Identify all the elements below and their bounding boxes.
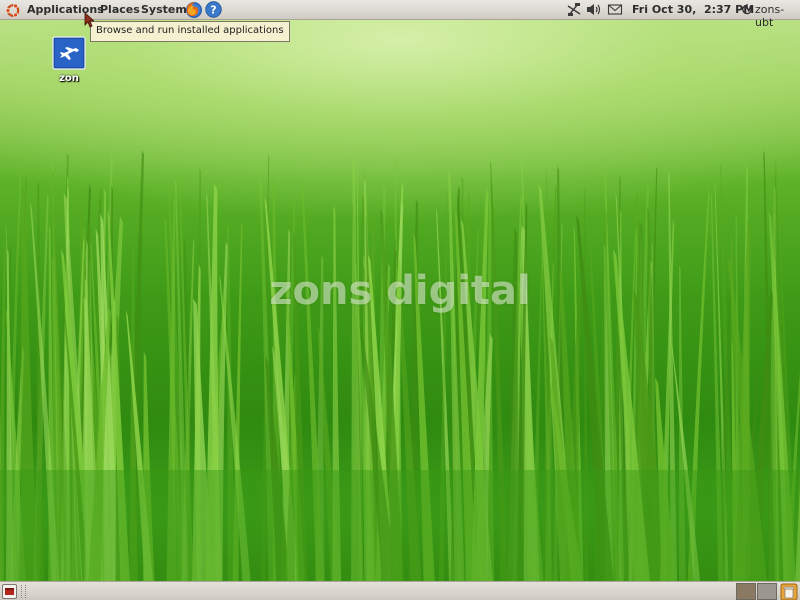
mouse-cursor-icon <box>84 12 94 28</box>
volume-icon[interactable] <box>585 2 601 17</box>
power-icon[interactable] <box>741 3 753 15</box>
top-panel: Applications Places System ? Fri Oct 30,… <box>0 0 800 29</box>
panel-drag-handle[interactable] <box>21 585 26 598</box>
mail-icon[interactable] <box>607 2 623 17</box>
desktop-icon-zon[interactable]: zon <box>48 36 90 84</box>
desktop-screen: zons digital zon Applications Places Sys… <box>0 0 800 600</box>
places-menu[interactable]: Places <box>100 3 140 16</box>
network-disconnected-icon[interactable] <box>566 2 582 17</box>
user-switcher[interactable]: zons-ubt <box>755 3 800 29</box>
help-icon[interactable]: ? <box>205 1 222 18</box>
firefox-icon[interactable] <box>185 1 203 19</box>
desktop-icon-label: zon <box>59 73 79 84</box>
show-desktop-icon[interactable] <box>2 584 17 599</box>
ubuntu-logo-icon[interactable] <box>5 2 21 18</box>
svg-text:?: ? <box>210 4 216 17</box>
panel-clock[interactable]: Fri Oct 30, 2:37 PM <box>632 3 754 16</box>
applications-tooltip: Browse and run installed applications <box>90 21 290 42</box>
system-menu[interactable]: System <box>141 3 187 16</box>
workspace-switcher-2[interactable] <box>757 583 777 600</box>
wallpaper-watermark: zons digital <box>269 268 531 314</box>
airplane-icon <box>52 36 86 70</box>
bottom-panel <box>0 581 800 600</box>
trash-icon[interactable] <box>780 583 798 600</box>
workspace-switcher-1[interactable] <box>736 583 756 600</box>
